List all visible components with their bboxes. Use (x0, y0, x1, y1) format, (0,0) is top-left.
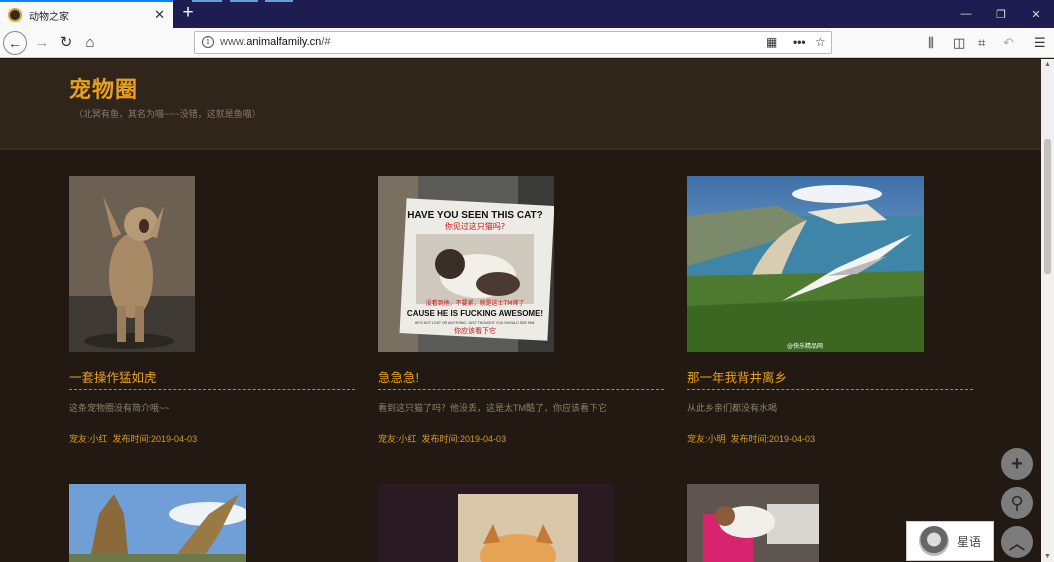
site-favicon-icon (8, 8, 22, 22)
post-time: 发布时间:2019-04-03 (112, 434, 198, 444)
undo-icon[interactable]: ↶ (1003, 35, 1014, 51)
site-header: 宠物圈 （北冥有鱼，其名为喵~~~没错，这就是鱼喵） (0, 59, 1041, 150)
post-image-cat-poster[interactable]: HAVE YOU SEEN THIS CAT? 你见过这只猫吗? 没看到他，不要… (378, 176, 554, 352)
image-watermark: @快乐精品网 (787, 342, 823, 350)
chat-widget[interactable]: 星语 (906, 521, 994, 561)
poster-line-cn: 没看到他，不要紧，就是这士TM帅了 (426, 299, 525, 307)
scroll-down-icon[interactable]: ▼ (1041, 553, 1054, 560)
close-window-button[interactable]: ✕ (1018, 0, 1054, 28)
poster-headline-cn: 你见过这只猫吗? (445, 221, 505, 231)
site-info-icon[interactable]: i (202, 36, 214, 48)
post-title[interactable]: 一套操作猛如虎 (69, 367, 355, 390)
library-icon[interactable]: ⫼ (928, 35, 934, 51)
nav-bar: ← → ↻ ⌂ i www.animalfamily.cn/# ▦ ••• ☆ … (0, 28, 1054, 58)
add-post-button[interactable]: + (1001, 448, 1033, 480)
post-author: 宠友:小红 (69, 434, 108, 444)
qr-code-icon[interactable]: ▦ (766, 35, 777, 49)
poster-small-print: HE'S NOT LOST OR ANYTHING, JUST THOUGHT … (415, 321, 535, 325)
post-description: 这条宠物圈没有简介哦~~ (69, 403, 170, 413)
post-image-cat-box[interactable] (378, 484, 614, 562)
post-title[interactable]: 那一年我背井离乡 (687, 367, 973, 390)
chat-label: 星语 (957, 534, 982, 549)
post-title[interactable]: 急急急! (378, 367, 664, 390)
post-image-dog-chair[interactable] (687, 484, 819, 562)
post-image-seagull[interactable]: @快乐精品网 (687, 176, 924, 352)
post-card[interactable]: @快乐精品网 那一年我背井离乡 从此乡亲们都没有水喝 宠友:小明 发布时间:20… (687, 176, 973, 445)
url-text: www.animalfamily.cn/# (220, 36, 331, 48)
scrollbar-thumb[interactable] (1044, 139, 1051, 274)
poster-line-en: CAUSE HE IS FUCKING AWESOME! (407, 309, 543, 318)
page-title: 宠物圈 (69, 77, 139, 102)
menu-icon[interactable]: ☰ (1034, 35, 1046, 51)
page-actions-icon[interactable]: ••• (793, 35, 806, 49)
home-button[interactable]: ⌂ (78, 31, 102, 55)
avatar (919, 526, 949, 556)
address-bar[interactable]: i www.animalfamily.cn/# ▦ ••• ☆ (194, 31, 832, 54)
post-meta: 宠友:小红 发布时间:2019-04-03 (69, 432, 355, 445)
tab-title: 动物之家 (29, 11, 69, 23)
poster-headline: HAVE YOU SEEN THIS CAT? (407, 210, 543, 221)
scroll-up-icon[interactable]: ▲ (1041, 61, 1054, 68)
post-meta: 宠友:小明 发布时间:2019-04-03 (687, 432, 973, 445)
post-card[interactable]: HAVE YOU SEEN THIS CAT? 你见过这只猫吗? 没看到他，不要… (378, 176, 664, 445)
back-to-top-button[interactable]: ︿ (1001, 526, 1033, 558)
post-description: 看到这只猫了吗？他没丢，这是太TM酷了，你应该看下它 (378, 403, 607, 413)
page-scrollbar[interactable]: ▲ ▼ (1041, 59, 1054, 562)
tab-close-icon[interactable]: ✕ (154, 7, 165, 23)
post-time: 发布时间:2019-04-03 (730, 434, 816, 444)
screenshot-icon[interactable]: ⌗ (978, 35, 985, 51)
post-image-cat-boxing[interactable] (69, 176, 195, 352)
tab-bar: 动物之家 ✕ + — ❐ ✕ (0, 0, 1054, 28)
bookmark-star-icon[interactable]: ☆ (815, 35, 826, 49)
post-image-dragon-statue[interactable] (69, 484, 246, 562)
new-tab-button[interactable]: + (178, 3, 198, 23)
post-meta: 宠友:小红 发布时间:2019-04-03 (378, 432, 664, 445)
reload-button[interactable]: ↻ (54, 31, 78, 55)
post-author: 宠友:小明 (687, 434, 726, 444)
tab-active[interactable]: 动物之家 ✕ (0, 0, 173, 28)
maximize-button[interactable]: ❐ (983, 0, 1019, 28)
post-time: 发布时间:2019-04-03 (421, 434, 507, 444)
post-description: 从此乡亲们都没有水喝 (687, 403, 778, 413)
post-card[interactable]: 一套操作猛如虎 这条宠物圈没有简介哦~~ 宠友:小红 发布时间:2019-04-… (69, 176, 355, 445)
minimize-button[interactable]: — (948, 0, 984, 28)
page-subtitle: （北冥有鱼，其名为喵~~~没错，这就是鱼喵） (74, 109, 261, 119)
page-content: 宠物圈 （北冥有鱼，其名为喵~~~没错，这就是鱼喵） 一套操作猛如虎 这条宠物圈… (0, 59, 1041, 562)
post-author: 宠友:小红 (378, 434, 417, 444)
sidebar-icon[interactable]: ◫ (953, 35, 965, 51)
search-button[interactable]: ⚲ (1001, 487, 1033, 519)
back-button[interactable]: ← (3, 31, 27, 55)
poster-foot-cn: 你应该看下它 (454, 326, 496, 335)
forward-button[interactable]: → (30, 31, 54, 55)
